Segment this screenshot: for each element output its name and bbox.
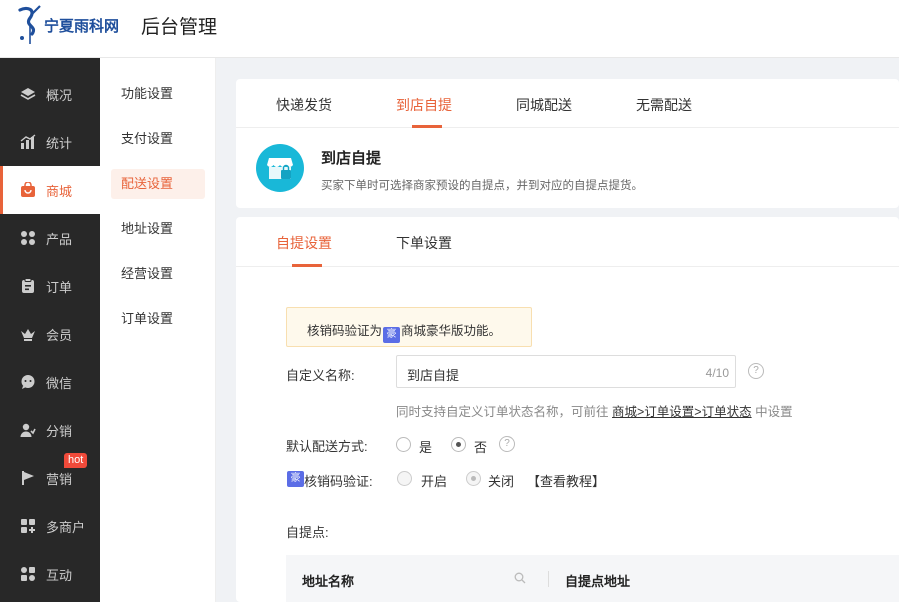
default-no-radio[interactable] xyxy=(451,437,466,452)
active-tab-indicator xyxy=(412,125,442,128)
default-yes-label[interactable]: 是 xyxy=(419,437,432,456)
custom-name-label: 自定义名称: xyxy=(286,368,355,383)
sidebar-item-products[interactable]: 产品 xyxy=(0,214,100,262)
verify-label: 核销码验证: xyxy=(304,474,373,489)
crown-icon xyxy=(21,329,35,341)
top-header: 宁夏雨科网 后台管理 xyxy=(0,0,899,58)
sidebar-item-wechat[interactable]: 微信 xyxy=(0,358,100,406)
order-status-link[interactable]: 商城>订单设置>订单状态 xyxy=(612,405,752,419)
tab-order-settings[interactable]: 下单设置 xyxy=(396,233,452,253)
subnav-item-function[interactable]: 功能设置 xyxy=(111,79,205,109)
form-tabs: 自提设置 下单设置 xyxy=(236,217,899,267)
users-icon xyxy=(20,423,36,437)
apps-icon xyxy=(21,567,35,581)
help-icon[interactable]: ? xyxy=(748,363,764,379)
default-method-label: 默认配送方式: xyxy=(286,439,368,454)
sidebar-item-label: 概况 xyxy=(46,88,73,103)
custom-name-value: 到店自提 xyxy=(407,368,460,383)
subnav-item-delivery[interactable]: 配送设置 xyxy=(111,169,205,199)
notice-text: 核销码验证为豪商城豪华版功能。 xyxy=(307,320,501,343)
sidebar-item-orders[interactable]: 订单 xyxy=(0,262,100,310)
column-address-name: 地址名称 xyxy=(302,574,355,589)
luxury-badge-icon: 豪 xyxy=(287,471,304,487)
hint-suffix: 中设置 xyxy=(755,405,793,419)
search-icon[interactable] xyxy=(514,572,526,584)
delivery-tabs: 快递发货 到店自提 同城配送 无需配送 xyxy=(236,79,899,128)
logo-mark-icon xyxy=(18,5,41,44)
char-counter: 4/10 xyxy=(705,366,729,380)
clipboard-icon xyxy=(22,278,34,293)
delivery-card: 快递发货 到店自提 同城配送 无需配送 到店自提 买家下单时可选择商家预设的自提… xyxy=(236,79,899,208)
tab-local-delivery[interactable]: 同城配送 xyxy=(516,95,572,115)
tab-pickup-settings[interactable]: 自提设置 xyxy=(276,233,332,253)
chart-icon xyxy=(20,134,36,149)
info-title: 到店自提 xyxy=(321,150,382,167)
verify-off-label[interactable]: 关闭 xyxy=(488,471,514,490)
verify-off-radio[interactable] xyxy=(466,471,481,486)
sidebar-item-label: 会员 xyxy=(46,328,73,343)
sidebar-item-label: 订单 xyxy=(46,280,73,295)
column-divider xyxy=(548,571,549,587)
sidebar-item-mall[interactable]: 商城 xyxy=(0,166,100,214)
custom-name-hint: 同时支持自定义订单状态名称，可前往 商城>订单设置>订单状态 中设置 xyxy=(396,401,793,420)
sidebar-item-marketing[interactable]: 营销 hot xyxy=(0,453,100,502)
sidebar-item-label: 统计 xyxy=(46,136,73,151)
store-pickup-icon xyxy=(256,144,304,192)
sidebar-item-label: 产品 xyxy=(46,232,73,247)
hint-prefix: 同时支持自定义订单状态名称，可前往 xyxy=(396,405,609,419)
store-plus-icon xyxy=(21,519,35,533)
default-yes-radio[interactable] xyxy=(396,437,411,452)
notice-suffix: 商城豪华版功能。 xyxy=(401,324,502,338)
sidebar-item-stats[interactable]: 统计 xyxy=(0,118,100,166)
shop-bag-icon xyxy=(21,182,35,197)
sidebar-item-label: 营销 xyxy=(46,472,73,487)
tab-store-pickup[interactable]: 到店自提 xyxy=(396,95,452,115)
verify-on-radio[interactable] xyxy=(397,471,412,486)
subnav-item-payment[interactable]: 支付设置 xyxy=(111,124,205,154)
info-description: 买家下单时可选择商家预设的自提点，并到对应的自提点提货。 xyxy=(321,180,643,192)
verify-on-label[interactable]: 开启 xyxy=(421,471,447,490)
logo-text: 宁夏雨科网 xyxy=(44,17,120,35)
sidebar-item-interaction[interactable]: 互动 xyxy=(0,550,100,598)
sidebar-item-label: 互动 xyxy=(46,568,73,583)
luxury-notice: 核销码验证为豪商城豪华版功能。 xyxy=(286,307,532,347)
sidebar-item-label: 微信 xyxy=(46,376,73,391)
luxury-badge-icon: 豪 xyxy=(383,327,401,343)
flag-icon xyxy=(22,471,34,485)
active-tab-indicator xyxy=(292,264,322,267)
hot-badge: hot xyxy=(64,453,88,468)
sidebar-item-multi-merchant[interactable]: 多商户 xyxy=(0,502,100,550)
app-title: 后台管理 xyxy=(141,17,218,38)
subnav-item-order[interactable]: 订单设置 xyxy=(111,304,205,334)
sidebar-item-label: 商城 xyxy=(46,184,73,199)
sidebar-item-label: 分销 xyxy=(46,424,73,439)
column-pickup-address: 自提点地址 xyxy=(565,574,631,589)
default-no-label[interactable]: 否 xyxy=(474,437,487,456)
sidebar-item-members[interactable]: 会员 xyxy=(0,310,100,358)
pickup-points-table-header: 地址名称 自提点地址 xyxy=(286,555,899,602)
tab-no-delivery[interactable]: 无需配送 xyxy=(636,95,692,115)
sidebar-item-label: 多商户 xyxy=(46,520,86,535)
sidebar-item-overview[interactable]: 概况 xyxy=(0,70,100,118)
chat-icon xyxy=(21,375,35,389)
custom-name-input[interactable]: 到店自提 4/10 xyxy=(396,355,736,388)
subnav-item-business[interactable]: 经营设置 xyxy=(111,259,205,289)
subnav-item-address[interactable]: 地址设置 xyxy=(111,214,205,244)
grid-icon xyxy=(21,231,35,245)
pickup-settings-card: 自提设置 下单设置 核销码验证为豪商城豪华版功能。 自定义名称: 到店自提 4/… xyxy=(236,217,899,602)
logo[interactable]: 宁夏雨科网 xyxy=(16,4,136,44)
layers-icon xyxy=(20,88,36,100)
notice-prefix: 核销码验证为 xyxy=(307,324,383,338)
tab-express[interactable]: 快递发货 xyxy=(276,95,332,115)
help-icon[interactable]: ? xyxy=(499,436,515,452)
view-tutorial-link[interactable]: 【查看教程】 xyxy=(527,471,605,490)
sidebar-item-distribution[interactable]: 分销 xyxy=(0,406,100,454)
main-sidebar: 概况 统计 商城 产品 订单 会员 微信 分销 营销 hot 多商户 互动 xyxy=(0,58,100,602)
pickup-points-label: 自提点: xyxy=(286,525,329,540)
